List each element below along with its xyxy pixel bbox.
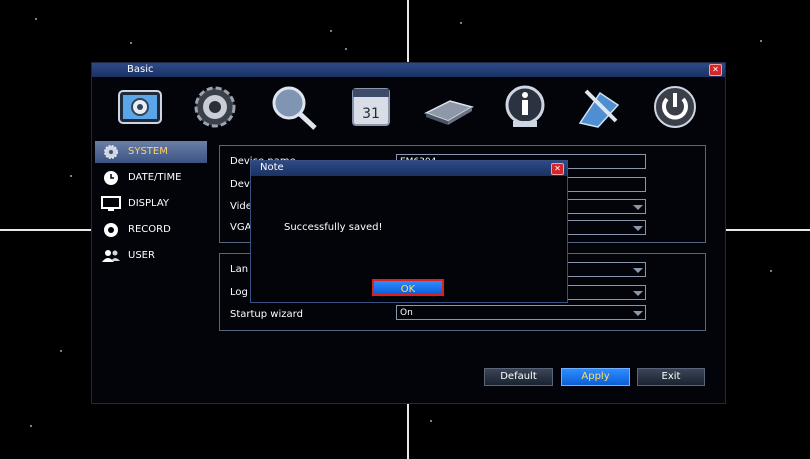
exit-button[interactable]: Exit <box>637 368 705 386</box>
device-id-label: Dev <box>230 179 250 190</box>
clock-icon <box>101 170 121 186</box>
hard-disk-icon[interactable] <box>422 83 476 131</box>
search-magnifier-icon[interactable] <box>267 83 321 131</box>
dialog-title: Note <box>260 162 284 173</box>
sidebar-item-system[interactable]: SYSTEM <box>95 141 207 163</box>
sidebar-item-label: SYSTEM <box>128 146 168 157</box>
ok-button[interactable]: OK <box>372 279 444 296</box>
window-title: Basic <box>127 64 154 75</box>
settings-sidebar: SYSTEM DATE/TIME DISPLAY RECORD USER <box>95 141 207 271</box>
tools-icon[interactable] <box>572 83 626 131</box>
sidebar-item-label: USER <box>128 250 155 261</box>
video-format-label: Vide <box>230 201 252 212</box>
logout-label: Log <box>230 287 248 298</box>
sidebar-item-record[interactable]: RECORD <box>95 219 207 241</box>
sidebar-item-label: RECORD <box>128 224 171 235</box>
chevron-down-icon <box>633 268 643 273</box>
chevron-down-icon <box>633 205 643 210</box>
dialog-message: Successfully saved! <box>284 222 383 233</box>
default-button[interactable]: Default <box>484 368 553 386</box>
sidebar-item-user[interactable]: USER <box>95 245 207 267</box>
startup-wizard-label: Startup wizard <box>230 309 303 320</box>
startup-wizard-select[interactable]: On <box>396 305 646 320</box>
apply-button[interactable]: Apply <box>561 368 630 386</box>
chevron-down-icon <box>633 311 643 316</box>
main-toolbar: 31 <box>92 79 725 133</box>
window-close-button[interactable]: ✕ <box>709 64 722 76</box>
gear-icon[interactable] <box>188 83 242 131</box>
sidebar-item-datetime[interactable]: DATE/TIME <box>95 167 207 189</box>
dialog-close-button[interactable]: ✕ <box>551 163 564 175</box>
settings-panel-icon[interactable] <box>113 83 167 131</box>
record-icon <box>101 222 121 238</box>
users-icon <box>101 248 121 264</box>
gear-icon <box>101 144 121 160</box>
sidebar-item-display[interactable]: DISPLAY <box>95 193 207 215</box>
svg-text:31: 31 <box>362 106 380 122</box>
sidebar-item-label: DATE/TIME <box>128 172 182 183</box>
language-label: Lan <box>230 264 249 275</box>
note-dialog: Note ✕ Successfully saved! OK <box>250 160 568 303</box>
chevron-down-icon <box>633 291 643 296</box>
sidebar-item-label: DISPLAY <box>128 198 170 209</box>
window-titlebar: Basic ✕ <box>92 63 725 77</box>
power-icon[interactable] <box>648 83 702 131</box>
startup-wizard-value: On <box>400 308 413 318</box>
chevron-down-icon <box>633 226 643 231</box>
monitor-icon <box>101 196 121 212</box>
dialog-titlebar: Note ✕ <box>251 161 567 176</box>
calendar-3d-icon[interactable]: 31 <box>344 83 398 131</box>
vga-label: VGA <box>230 222 252 233</box>
info-icon[interactable] <box>498 83 552 131</box>
